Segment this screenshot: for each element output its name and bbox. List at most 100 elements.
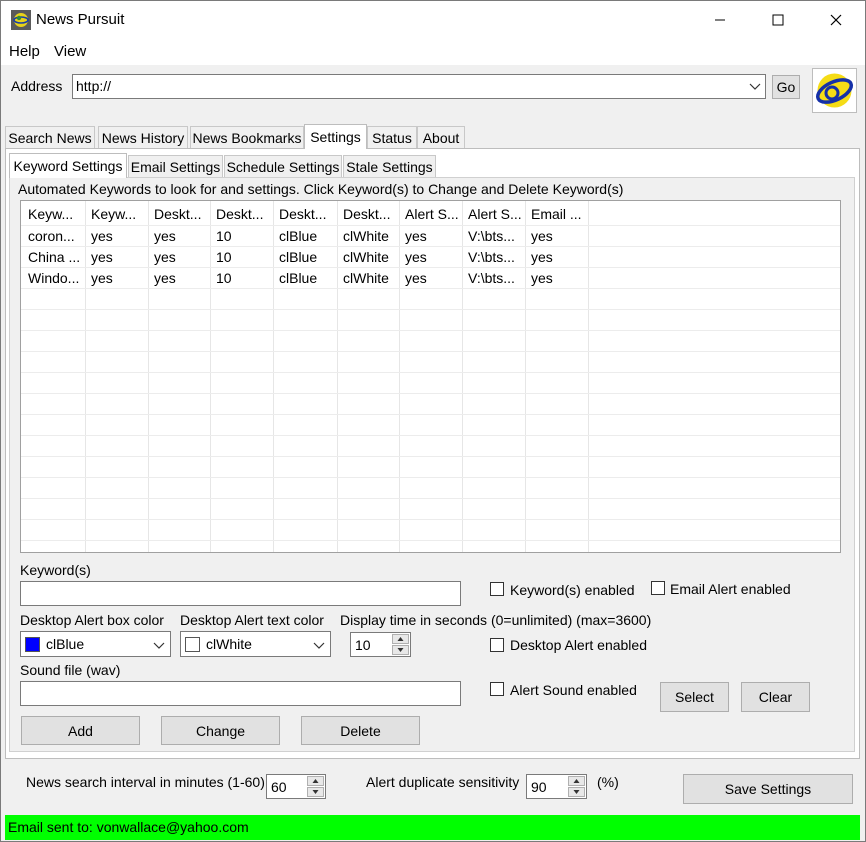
keyword-label: Keyword(s)	[20, 562, 91, 578]
tab-news-bookmarks[interactable]: News Bookmarks	[190, 126, 304, 148]
display-time-spinner[interactable]: 10	[350, 632, 411, 657]
text-color-label: Desktop Alert text color	[180, 612, 324, 628]
spin-up-button[interactable]	[392, 634, 409, 644]
grid-cell: clWhite	[343, 270, 389, 286]
grid-column-divider	[588, 201, 589, 552]
keyword-enabled-checkbox[interactable]	[490, 582, 504, 596]
grid-header-keyword-enabled[interactable]: Keyw...	[84, 204, 148, 225]
sensitivity-label: Alert duplicate sensitivity	[366, 774, 520, 790]
grid-cell: yes	[154, 249, 176, 265]
grid-row-divider	[21, 330, 840, 331]
grid-cell: yes	[531, 270, 553, 286]
display-time-label: Display time in seconds (0=unlimited) (m…	[340, 612, 652, 628]
menu-bar: Help View	[1, 39, 865, 65]
tab-search-news[interactable]: Search News	[5, 126, 95, 148]
grid-cell: yes	[405, 249, 427, 265]
chevron-down-icon[interactable]	[153, 639, 165, 651]
maximize-button[interactable]	[749, 1, 807, 39]
grid-header-keyword[interactable]: Keyw...	[21, 204, 85, 225]
chevron-down-icon[interactable]	[749, 80, 761, 92]
chevron-down-icon[interactable]	[313, 639, 325, 651]
grid-cell: Windo...	[28, 270, 80, 286]
select-sound-button[interactable]: Select	[660, 682, 729, 712]
tab-about[interactable]: About	[417, 126, 465, 148]
tab-schedule-settings[interactable]: Schedule Settings	[224, 155, 342, 177]
grid-cell: 10	[216, 228, 232, 244]
grid-cell: clWhite	[343, 249, 389, 265]
triangle-up-icon	[312, 779, 319, 783]
sensitivity-spinner[interactable]: 90	[526, 774, 587, 799]
keywords-grid[interactable]: Keyw... Keyw... Deskt... Deskt... Deskt.…	[20, 200, 841, 553]
keyword-input[interactable]	[20, 581, 461, 606]
grid-row-divider	[21, 372, 840, 373]
grid-cell: yes	[405, 270, 427, 286]
grid-cell: yes	[91, 249, 113, 265]
add-button[interactable]: Add	[21, 716, 140, 745]
minimize-button[interactable]	[691, 1, 749, 39]
text-color-value: clWhite	[206, 636, 252, 652]
grid-cell: yes	[531, 228, 553, 244]
save-settings-button[interactable]: Save Settings	[683, 774, 853, 804]
grid-cell: yes	[91, 270, 113, 286]
go-button[interactable]: Go	[772, 75, 800, 99]
triangle-up-icon	[397, 637, 404, 641]
tab-keyword-settings[interactable]: Keyword Settings	[9, 153, 127, 178]
grid-row-divider	[21, 309, 840, 310]
grid-cell: yes	[531, 249, 553, 265]
interval-label: News search interval in minutes (1-60)	[26, 774, 265, 790]
grid-row-divider	[21, 456, 840, 457]
tab-stale-settings[interactable]: Stale Settings	[343, 155, 436, 177]
text-color-swatch	[185, 637, 200, 652]
spin-down-button[interactable]	[307, 787, 324, 797]
box-color-label: Desktop Alert box color	[20, 612, 164, 628]
spin-up-button[interactable]	[307, 776, 324, 786]
maximize-icon	[772, 14, 784, 26]
grid-cell: clBlue	[279, 270, 318, 286]
grid-header-alert-sound-enabled[interactable]: Alert S...	[398, 204, 462, 225]
clear-sound-button[interactable]: Clear	[741, 682, 810, 712]
grid-cell: yes	[91, 228, 113, 244]
grid-row-divider	[21, 540, 840, 541]
grid-cell: yes	[154, 228, 176, 244]
triangle-up-icon	[573, 779, 580, 783]
tab-status[interactable]: Status	[367, 126, 417, 148]
minimize-icon	[715, 19, 725, 21]
grid-cell: 10	[216, 270, 232, 286]
text-color-select[interactable]: clWhite	[180, 631, 331, 657]
spin-down-button[interactable]	[392, 645, 409, 655]
menu-view[interactable]: View	[54, 43, 86, 60]
grid-header-desktop-box-color[interactable]: Deskt...	[272, 204, 337, 225]
grid-header-desktop-text-color[interactable]: Deskt...	[336, 204, 399, 225]
box-color-select[interactable]: clBlue	[20, 631, 171, 657]
sound-file-input[interactable]	[20, 681, 461, 706]
tab-news-history[interactable]: News History	[98, 126, 188, 148]
close-button[interactable]	[807, 1, 865, 39]
app-globe-icon	[11, 10, 31, 30]
address-combobox[interactable]	[72, 74, 766, 99]
grid-header-desktop-time[interactable]: Deskt...	[209, 204, 273, 225]
spin-down-button[interactable]	[568, 787, 585, 797]
interval-spinner[interactable]: 60	[266, 774, 326, 799]
desktop-alert-enabled-checkbox[interactable]	[490, 638, 504, 652]
spinner-buttons	[307, 776, 324, 797]
email-alert-enabled-checkbox[interactable]	[651, 581, 665, 595]
desktop-alert-enabled-label: Desktop Alert enabled	[510, 637, 647, 653]
spin-up-button[interactable]	[568, 776, 585, 786]
grid-header-email[interactable]: Email ...	[524, 204, 588, 225]
grid-cell: China ...	[28, 249, 81, 265]
address-input[interactable]	[76, 78, 736, 94]
sound-file-label: Sound file (wav)	[20, 662, 121, 678]
delete-button[interactable]: Delete	[301, 716, 420, 745]
alert-sound-enabled-checkbox[interactable]	[490, 682, 504, 696]
menu-help[interactable]: Help	[9, 43, 40, 60]
grid-row-divider	[21, 498, 840, 499]
grid-row-divider	[21, 414, 840, 415]
triangle-down-icon	[573, 790, 580, 794]
grid-header-alert-sound-file[interactable]: Alert S...	[461, 204, 525, 225]
grid-header-desktop-enabled[interactable]: Deskt...	[147, 204, 210, 225]
change-button[interactable]: Change	[161, 716, 280, 745]
tab-settings[interactable]: Settings	[304, 124, 367, 149]
tab-email-settings[interactable]: Email Settings	[128, 155, 223, 177]
title-bar: News Pursuit	[1, 1, 865, 39]
percent-label: (%)	[597, 774, 619, 790]
